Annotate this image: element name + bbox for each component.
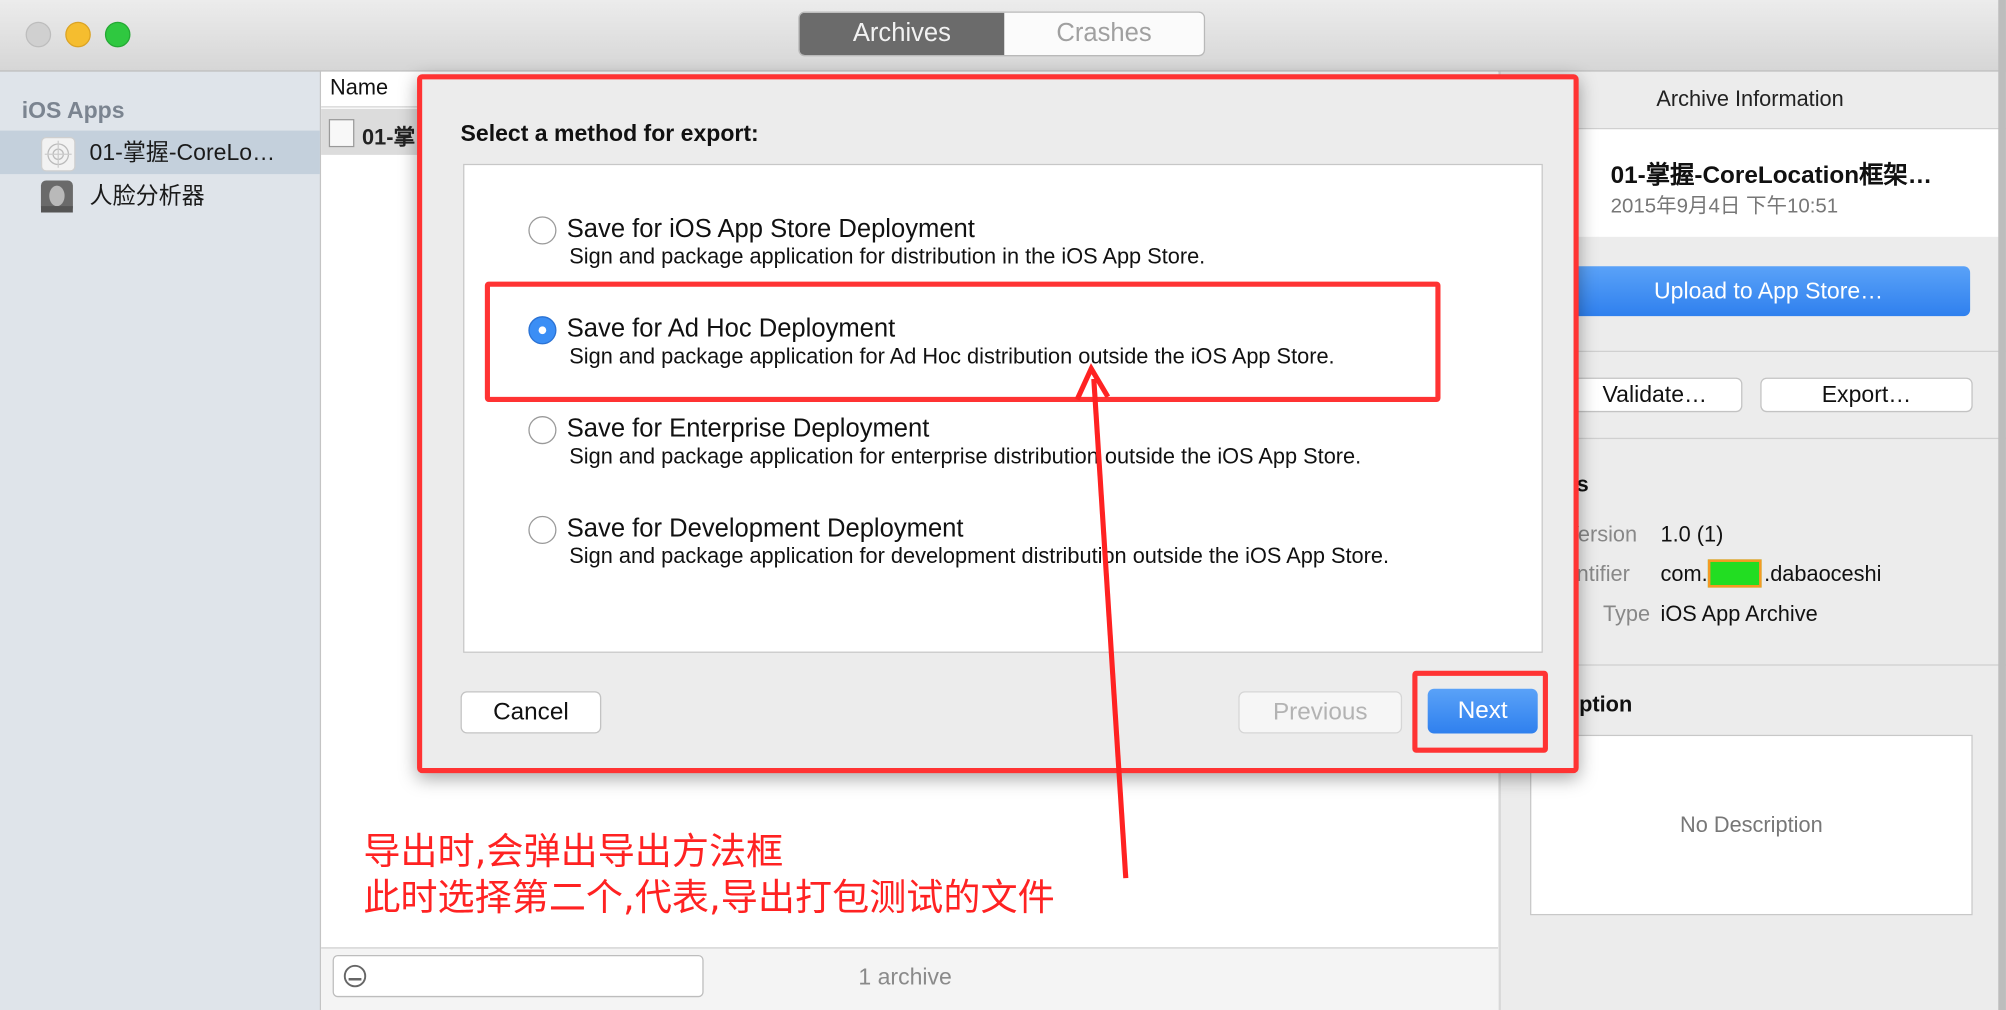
xcode-organizer-window: Archives Crashes iOS Apps 01-掌握-CoreLo… … (0, 0, 2006, 1010)
window-edge (1998, 0, 2006, 1010)
annotation-arrow-icon (1074, 363, 1129, 879)
annotation-line-2: 此时选择第二个,代表,导出打包测试的文件 (363, 875, 1055, 920)
